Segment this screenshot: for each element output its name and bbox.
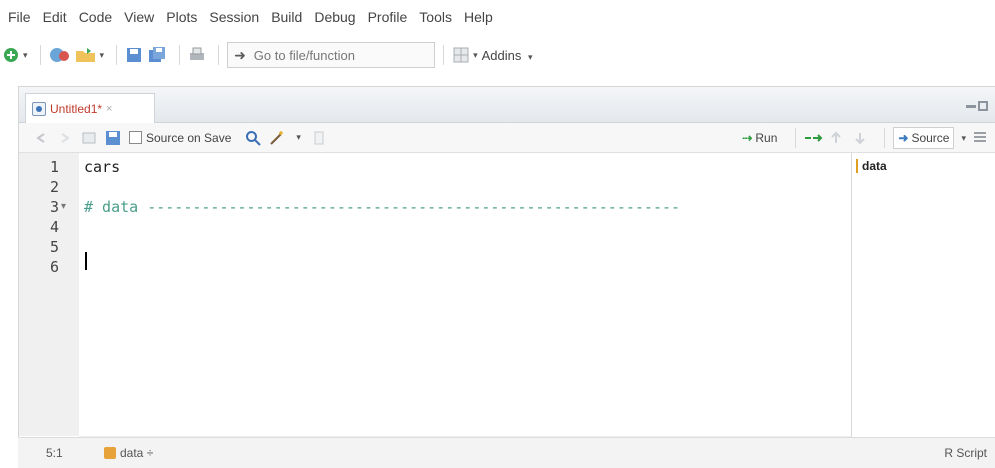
code-line: cars [84,158,121,176]
chevron-down-icon[interactable]: ▾ [961,133,966,144]
file-type-selector[interactable]: R Script [944,446,987,460]
go-to-file-input[interactable]: ➜ Go to file/function [227,42,436,68]
toolbar-divider [884,128,886,148]
menu-profile[interactable]: Profile [362,9,414,25]
menu-debug[interactable]: Debug [308,9,361,25]
run-arrow-icon: ⇢ [742,131,753,145]
line-number: 6 [49,258,59,276]
menu-tools[interactable]: Tools [413,9,458,25]
main-toolbar: ▾ ▾ ➜ Go to file/function ▾ Addins ▾ [0,36,995,74]
menu-plots[interactable]: Plots [160,9,203,25]
source-arrow-icon: ➜ [898,131,909,145]
print-button[interactable] [188,43,206,67]
outline-toggle-icon[interactable] [972,130,988,146]
chevron-down-icon[interactable]: ▾ [296,132,301,143]
save-all-button[interactable] [147,43,167,67]
run-button[interactable]: ⇢ Run [742,131,777,145]
search-icon[interactable] [245,130,262,146]
line-number: 1 [49,158,59,176]
rerun-icon[interactable] [804,130,823,146]
line-number-gutter: 1 2 3 ▾ 4 5 6 [19,153,79,436]
compile-report-icon[interactable] [311,130,327,146]
source-pane: Untitled1* × Source on Save ▾ ⇢ Run ➜ So… [18,86,995,468]
project-icon [49,48,69,62]
menu-session[interactable]: Session [203,9,265,25]
folder-open-icon [75,48,95,62]
editor-toolbar-right: ⇢ Run ➜ Source ▾ [742,123,995,153]
menu-edit[interactable]: Edit [37,9,73,25]
menu-bar: File Edit Code View Plots Session Build … [0,0,995,34]
toolbar-divider [795,128,797,148]
toolbar-divider [443,45,445,65]
line-number: 4 [49,218,59,236]
addins-label: Addins [481,47,522,63]
menu-help[interactable]: Help [458,9,499,25]
down-arrow-icon[interactable] [852,130,868,146]
magic-wand-icon[interactable] [269,130,285,146]
save-button[interactable] [125,43,143,67]
fold-toggle-icon[interactable]: ▾ [61,197,66,217]
cursor-position: 5:1 [46,446,63,460]
new-file-icon [4,48,18,62]
back-arrow-icon[interactable] [33,130,49,146]
toolbar-divider [218,45,220,65]
section-icon [104,447,116,459]
grid-layout-icon [453,47,469,63]
editor-tab-strip: Untitled1* × [19,87,995,123]
line-number: 5 [49,238,59,256]
print-icon [190,47,205,60]
menu-build[interactable]: Build [265,9,308,25]
minimize-icon[interactable] [966,105,976,108]
tab-title: Untitled1* [50,101,103,116]
new-project-button[interactable] [49,43,71,67]
open-file-button[interactable]: ▾ [75,43,105,67]
tab-untitled1[interactable]: Untitled1* × [25,93,155,123]
outline-item-data[interactable]: data [856,159,887,173]
maximize-icon[interactable] [978,101,988,111]
code-editor[interactable]: cars # data ----------------------------… [79,153,851,436]
document-outline: data [851,153,995,456]
source-on-save-label: Source on Save [146,130,232,145]
addins-menu[interactable]: Addins ▾ [482,48,533,63]
show-in-window-icon[interactable] [81,130,97,146]
section-navigator[interactable]: data ÷ [120,446,153,460]
toolbar-divider [116,45,118,65]
source-label: Source [911,131,950,145]
save-icon [127,48,142,62]
menu-view[interactable]: View [118,9,160,25]
text-cursor [85,252,87,270]
r-file-icon [32,101,46,116]
up-arrow-icon[interactable] [828,130,844,146]
save-icon[interactable] [105,130,121,146]
line-number: 3 [49,198,59,216]
pane-window-controls [966,101,995,111]
run-label: Run [755,131,778,145]
status-bar: 5:1 data ÷ R Script [18,437,995,468]
chevron-down-icon: ▾ [99,49,105,60]
layout-button[interactable]: ▾ [452,43,478,67]
editor-toolbar: Source on Save ▾ ⇢ Run ➜ Source ▾ [19,123,995,153]
close-icon[interactable]: × [106,103,112,115]
source-on-save-checkbox[interactable] [129,131,142,144]
chevron-down-icon: ▾ [23,49,28,60]
new-file-button[interactable]: ▾ [2,43,28,67]
toolbar-divider [39,45,41,65]
go-to-file-placeholder: Go to file/function [253,47,355,63]
save-all-icon [149,47,166,62]
menu-code[interactable]: Code [73,9,118,25]
menu-file[interactable]: File [2,9,37,25]
chevron-down-icon: ▾ [473,49,478,60]
arrow-right-icon: ➜ [234,46,246,63]
code-line-section-comment: # data ---------------------------------… [84,198,681,216]
source-button[interactable]: ➜ Source [893,127,955,149]
forward-arrow-icon[interactable] [57,130,73,146]
toolbar-divider [179,45,181,65]
chevron-down-icon: ▾ [527,51,533,62]
line-number: 2 [49,178,59,196]
